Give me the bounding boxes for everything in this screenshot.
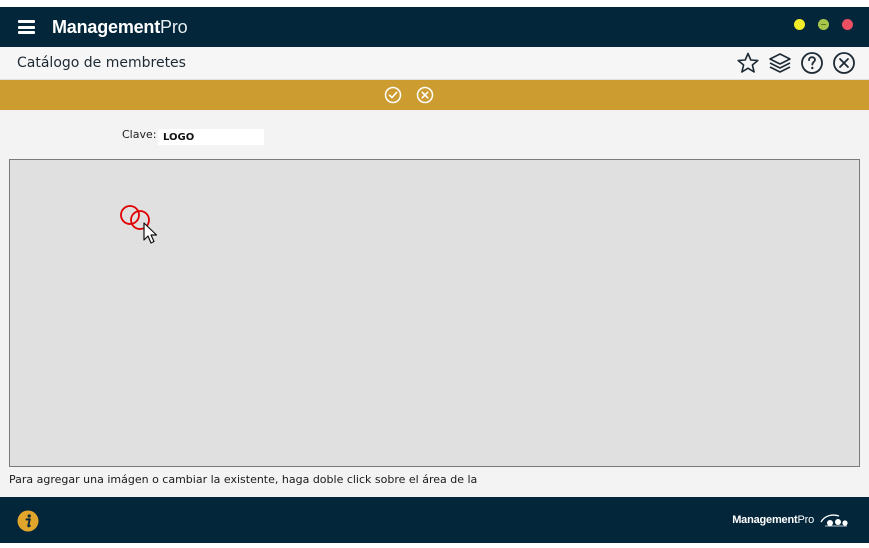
layers-icon[interactable] [768,51,792,75]
info-icon[interactable] [17,510,39,532]
page-title: Catálogo de membretes [17,55,186,71]
form-row: Clave: [0,110,869,158]
footer-brand-bold: Management [732,514,798,526]
clave-label: Clave: [122,128,157,141]
menu-icon[interactable] [18,20,35,34]
app-brand: ManagementPro [52,17,188,38]
page-header: Catálogo de membretes [0,47,869,80]
header-toolbar [736,51,856,75]
maximize-button[interactable] [818,19,829,30]
action-bar [0,80,869,110]
help-icon[interactable] [800,51,824,75]
window-controls [794,19,853,30]
window-top-border [0,0,869,7]
hint-text: Para agregar una imágen o cambiar la exi… [9,473,478,486]
cancel-circle-icon[interactable] [416,86,434,104]
minimize-button[interactable] [794,19,805,30]
brand-logo-icon [820,514,848,527]
action-buttons [384,86,434,104]
footer-brand-light: Pro [797,514,814,526]
footer-brand: ManagementPro [732,514,814,526]
check-circle-icon[interactable] [384,86,402,104]
brand-light: Pro [160,17,188,37]
image-drop-area[interactable] [9,159,860,467]
window-bottom-border [0,543,869,548]
double-click-indicator [120,205,158,244]
close-circle-icon[interactable] [832,51,856,75]
close-window-button[interactable] [842,19,853,30]
star-icon[interactable] [736,51,760,75]
app-window: ManagementPro Catálogo de membretes Clav… [0,0,869,548]
clave-input[interactable] [158,129,264,145]
brand-bold: Management [52,17,161,37]
title-bar: ManagementPro [0,7,869,47]
footer-bar: ManagementPro [0,497,869,543]
